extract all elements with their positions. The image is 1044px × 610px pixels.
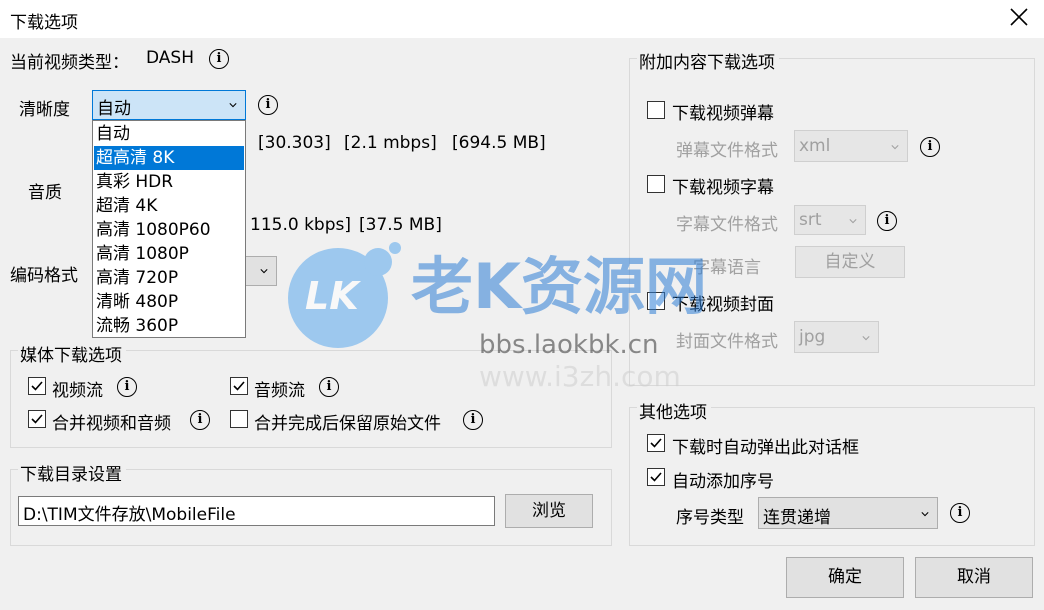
check-icon xyxy=(31,414,43,424)
quality-option[interactable]: 高清 1080P xyxy=(94,242,244,266)
cancel-button[interactable]: 取消 xyxy=(915,557,1033,598)
cover-checkbox[interactable] xyxy=(647,292,665,310)
quality-info-icon[interactable]: i xyxy=(258,95,278,115)
chevron-down-icon xyxy=(229,103,237,108)
info-icon[interactable]: i xyxy=(950,503,970,523)
video-type-value: DASH xyxy=(146,48,194,68)
chevron-down-icon xyxy=(849,219,857,224)
ok-button[interactable]: 确定 xyxy=(786,557,904,598)
audio-stream-label: 音频流 xyxy=(254,381,305,401)
danmaku-format-label: 弹幕文件格式 xyxy=(676,141,778,161)
quality-option[interactable]: 高清 720P xyxy=(94,266,244,290)
chevron-down-icon xyxy=(891,145,899,150)
subtitle-checkbox[interactable] xyxy=(647,175,665,193)
auto-number-label: 自动添加序号 xyxy=(672,472,774,492)
danmaku-label: 下载视频弹幕 xyxy=(672,104,774,124)
close-button[interactable] xyxy=(1008,6,1030,28)
auto-popup-checkbox[interactable] xyxy=(647,434,665,452)
directory-path-input[interactable]: D:\TIM文件存放\MobileFile xyxy=(18,496,495,526)
quality-selected: 自动 xyxy=(97,99,131,119)
quality-fps: [30.303] xyxy=(258,133,331,153)
subtitle-lang-label: 字幕语言 xyxy=(693,258,761,278)
number-type-select[interactable]: 连贯递增 xyxy=(758,497,938,529)
check-icon xyxy=(233,381,245,391)
info-icon[interactable]: i xyxy=(190,410,210,430)
number-type-value: 连贯递增 xyxy=(763,508,831,528)
info-icon[interactable]: i xyxy=(117,377,137,397)
check-icon xyxy=(650,438,662,448)
danmaku-checkbox[interactable] xyxy=(647,101,665,119)
keep-original-checkbox[interactable] xyxy=(230,410,248,428)
info-icon[interactable]: i xyxy=(920,137,940,157)
quality-select[interactable]: 自动 xyxy=(92,90,246,120)
cover-label: 下载视频封面 xyxy=(672,295,774,315)
number-type-label: 序号类型 xyxy=(676,508,744,528)
download-directory-title: 下载目录设置 xyxy=(18,460,126,485)
quality-option[interactable]: 自动 xyxy=(94,122,244,146)
audio-label: 音质 xyxy=(28,183,62,203)
watermark-logo-text: LK xyxy=(305,274,359,318)
chevron-down-icon xyxy=(862,336,870,341)
info-icon[interactable]: i xyxy=(319,377,339,397)
quality-option[interactable]: 真彩 HDR xyxy=(94,170,244,194)
quality-option[interactable]: 高清 1080P60 xyxy=(94,218,244,242)
merge-label: 合并视频和音频 xyxy=(52,414,171,434)
quality-size: [694.5 MB] xyxy=(452,133,546,153)
auto-number-checkbox[interactable] xyxy=(647,468,665,486)
quality-bitrate: [2.1 mbps] xyxy=(344,133,437,153)
info-icon[interactable]: i xyxy=(209,49,229,69)
subtitle-format-label: 字幕文件格式 xyxy=(676,215,778,235)
cover-format-select[interactable]: jpg xyxy=(794,321,879,353)
subtitle-format-select[interactable]: srt xyxy=(794,205,866,235)
check-icon xyxy=(31,381,43,391)
chevron-down-icon xyxy=(260,269,268,274)
cover-format-value: jpg xyxy=(799,327,826,347)
auto-popup-label: 下载时自动弹出此对话框 xyxy=(672,438,859,458)
danmaku-format-select[interactable]: xml xyxy=(794,130,908,162)
video-stream-label: 视频流 xyxy=(52,381,103,401)
media-download-title: 媒体下载选项 xyxy=(18,341,126,366)
watermark-logo xyxy=(288,242,401,348)
close-icon xyxy=(1010,8,1028,26)
directory-path-value: D:\TIM文件存放\MobileFile xyxy=(23,505,236,525)
danmaku-format-value: xml xyxy=(799,136,831,156)
quality-option[interactable]: 清晰 480P xyxy=(94,290,244,314)
chevron-down-icon xyxy=(921,512,929,517)
info-icon[interactable]: i xyxy=(877,211,897,231)
video-type-label: 当前视频类型： xyxy=(10,53,129,73)
codec-label: 编码格式 xyxy=(10,266,78,286)
quality-option-highlighted[interactable]: 超高清 8K xyxy=(94,146,244,170)
quality-option[interactable]: 流畅 360P xyxy=(94,314,244,338)
subtitle-lang-button[interactable]: 自定义 xyxy=(795,246,905,278)
window-title: 下载选项 xyxy=(10,13,78,33)
check-icon xyxy=(650,472,662,482)
merge-checkbox[interactable] xyxy=(28,410,46,428)
quality-option[interactable]: 超清 4K xyxy=(94,194,244,218)
cover-format-label: 封面文件格式 xyxy=(676,332,778,352)
keep-original-label: 合并完成后保留原始文件 xyxy=(254,414,441,434)
audio-size: [37.5 MB] xyxy=(359,215,442,235)
audio-bitrate: 115.0 kbps] xyxy=(250,215,351,235)
subtitle-label: 下载视频字幕 xyxy=(672,178,774,198)
quality-label: 清晰度 xyxy=(19,100,70,120)
extra-content-title: 附加内容下载选项 xyxy=(637,48,779,73)
video-stream-checkbox[interactable] xyxy=(28,377,46,395)
browse-button[interactable]: 浏览 xyxy=(505,494,593,528)
subtitle-format-value: srt xyxy=(799,210,822,230)
other-options-title: 其他选项 xyxy=(637,398,711,423)
title-bar xyxy=(0,0,1044,38)
info-icon[interactable]: i xyxy=(463,410,483,430)
quality-dropdown: 自动 超高清 8K 真彩 HDR 超清 4K 高清 1080P60 高清 108… xyxy=(92,120,246,338)
audio-stream-checkbox[interactable] xyxy=(230,377,248,395)
